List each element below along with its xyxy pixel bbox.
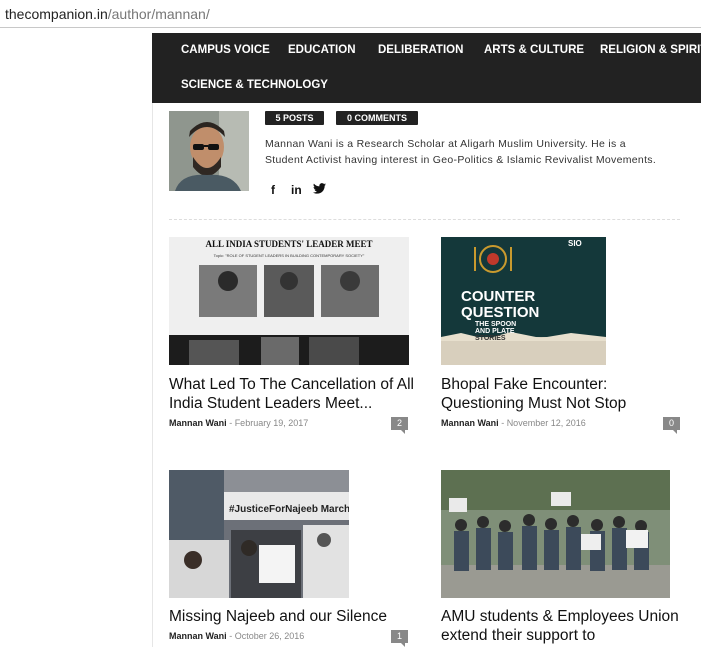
nav-item-education[interactable]: EDUCATION xyxy=(288,44,356,56)
content-left-border xyxy=(152,102,153,647)
article-2-image-line5: STORIES xyxy=(475,335,506,342)
article-2-image-line2: QUESTION xyxy=(461,304,539,321)
posts-count-badge: 5 POSTS xyxy=(265,111,324,125)
url-path: /author/mannan/ xyxy=(107,6,210,22)
article-1-comment-count[interactable]: 2 xyxy=(391,417,408,434)
article-2-image-line4: AND PLATE xyxy=(475,328,515,335)
author-bio: Mannan Wani is a Research Scholar at Ali… xyxy=(265,138,657,166)
article-1-title[interactable]: What Led To The Cancellation of All Indi… xyxy=(169,375,414,413)
article-4-title[interactable]: AMU students & Employees Union extend th… xyxy=(441,607,686,645)
nav-item-science-technology[interactable]: SCIENCE & TECHNOLOGY xyxy=(181,79,328,91)
article-1-date: February 19, 2017 xyxy=(234,418,309,428)
main-nav: CAMPUS VOICE EDUCATION DELIBERATION ARTS… xyxy=(152,33,701,103)
article-2-title[interactable]: Bhopal Fake Encounter: Questioning Must … xyxy=(441,375,681,413)
article-1-image-subheading: Topic: "ROLE OF STUDENT LEADERS IN BUILD… xyxy=(214,253,365,258)
address-url[interactable]: thecompanion.in/author/mannan/ xyxy=(5,6,210,22)
article-3-comment-count[interactable]: 1 xyxy=(391,630,408,647)
author-divider xyxy=(169,219,680,220)
article-4-image[interactable] xyxy=(441,470,670,598)
article-3-title[interactable]: Missing Najeeb and our Silence xyxy=(169,607,419,626)
facebook-icon[interactable]: f xyxy=(271,183,275,197)
article-3-meta: Mannan Wani - October 26, 2016 xyxy=(169,631,304,641)
twitter-icon[interactable] xyxy=(313,183,326,197)
author-photo-icon xyxy=(169,111,249,191)
nav-item-religion[interactable]: RELIGION & SPIRIT xyxy=(600,44,701,56)
article-2-image-line3: THE SPOON xyxy=(475,321,516,328)
article-2-image-line1: COUNTER xyxy=(461,288,535,305)
article-2-image-tag: SIO xyxy=(568,239,582,248)
article-2-meta: Mannan Wani - November 12, 2016 xyxy=(441,418,586,428)
article-2-comment-count[interactable]: 0 xyxy=(663,417,680,434)
address-bar[interactable]: thecompanion.in/author/mannan/ xyxy=(0,0,701,28)
article-2-date: November 12, 2016 xyxy=(506,418,586,428)
article-3-image-banner: #JusticeForNajeeb March xyxy=(229,504,349,515)
article-3-image[interactable]: #JusticeForNajeeb March xyxy=(169,470,349,598)
linkedin-icon[interactable]: in xyxy=(291,183,302,197)
article-3-author[interactable]: Mannan Wani xyxy=(169,631,227,641)
comments-count-badge: 0 COMMENTS xyxy=(336,111,418,125)
article-2-image[interactable]: COUNTER QUESTION THE SPOON AND PLATE STO… xyxy=(441,237,606,365)
nav-item-arts-culture[interactable]: ARTS & CULTURE xyxy=(484,44,584,56)
nav-item-campus-voice[interactable]: CAMPUS VOICE xyxy=(181,44,270,56)
url-domain: thecompanion.in xyxy=(5,6,108,22)
article-1-author[interactable]: Mannan Wani xyxy=(169,418,227,428)
article-3-date: October 26, 2016 xyxy=(234,631,305,641)
article-1-image[interactable]: ALL INDIA STUDENTS' LEADER MEET Topic: "… xyxy=(169,237,409,365)
author-avatar xyxy=(169,111,249,191)
article-1-meta: Mannan Wani - February 19, 2017 xyxy=(169,418,308,428)
nav-item-deliberation[interactable]: DELIBERATION xyxy=(378,44,463,56)
article-1-image-heading: ALL INDIA STUDENTS' LEADER MEET xyxy=(205,239,372,249)
article-2-author[interactable]: Mannan Wani xyxy=(441,418,499,428)
